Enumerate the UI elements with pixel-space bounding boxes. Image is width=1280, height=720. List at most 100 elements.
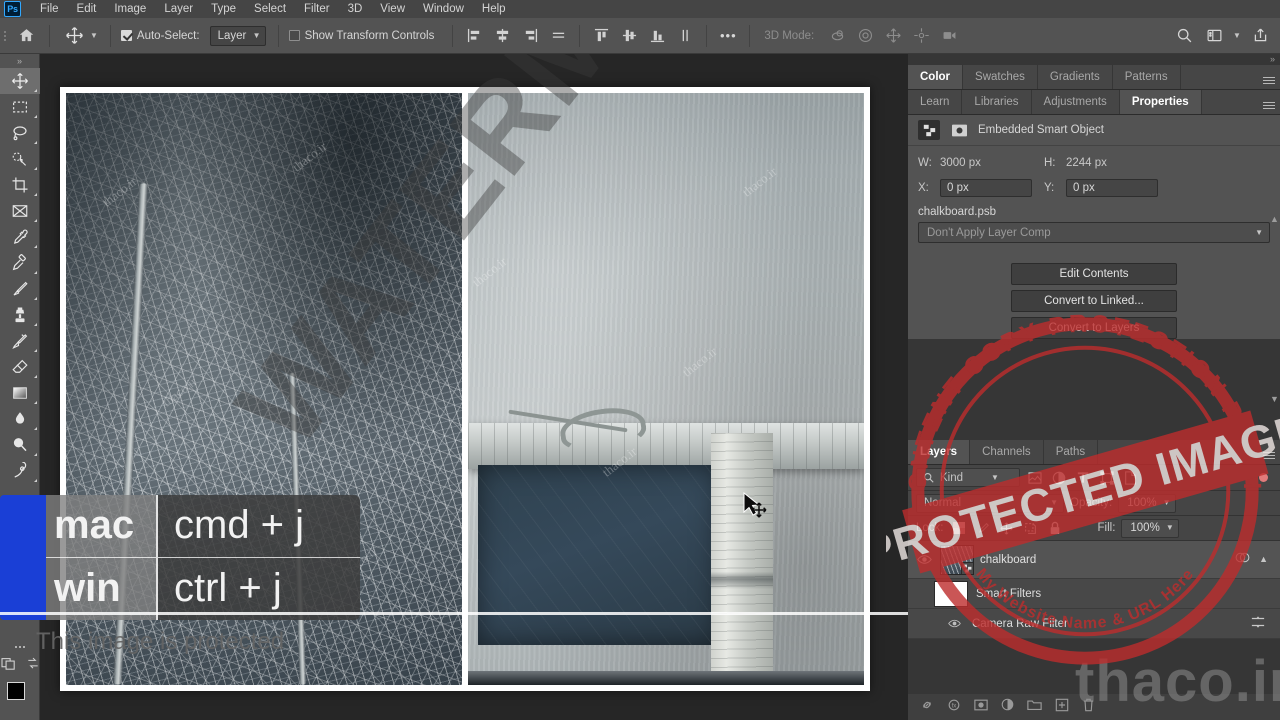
pixel-layer-filter-icon[interactable] — [1026, 469, 1044, 487]
layer-row-chalkboard[interactable]: chalkboard ▲ — [908, 541, 1280, 579]
smart-filter-indicator-icon[interactable] — [1234, 551, 1251, 569]
align-left-edges-icon[interactable] — [461, 23, 487, 49]
menu-file[interactable]: File — [31, 0, 68, 18]
eyedropper-tool[interactable] — [0, 224, 40, 250]
orbit-3d-icon[interactable] — [824, 23, 850, 49]
panel-menu-icon[interactable] — [1258, 440, 1280, 464]
spot-healing-brush-tool[interactable] — [0, 250, 40, 276]
blur-tool[interactable] — [0, 406, 40, 432]
frame-tool[interactable] — [0, 198, 40, 224]
share-icon[interactable] — [1246, 22, 1274, 50]
object-selection-tool[interactable] — [0, 146, 40, 172]
camera-3d-icon[interactable] — [936, 23, 962, 49]
eraser-tool[interactable] — [0, 354, 40, 380]
tab-layers[interactable]: Layers — [908, 440, 971, 464]
distribute-vertical-icon[interactable] — [672, 23, 698, 49]
options-bar-grip[interactable] — [0, 18, 9, 54]
menu-window[interactable]: Window — [414, 0, 473, 18]
layer-row-camera-raw-filter[interactable]: Camera Raw Filter — [908, 609, 1280, 639]
search-icon[interactable] — [1170, 22, 1198, 50]
more-options-button[interactable]: ••• — [713, 23, 743, 49]
lock-all-icon[interactable] — [1046, 519, 1064, 537]
edit-toolbar-button[interactable] — [0, 638, 40, 656]
move-tool[interactable] — [0, 68, 40, 94]
lock-artboard-icon[interactable] — [1022, 519, 1040, 537]
align-bottom-edges-icon[interactable] — [644, 23, 670, 49]
layer-row-smart-filters[interactable]: Smart Filters — [908, 579, 1280, 609]
properties-scrollbar[interactable]: ▲ ▼ — [1270, 214, 1279, 404]
panel-collapse-handle[interactable]: » — [908, 54, 1280, 65]
new-group-icon[interactable] — [1027, 698, 1042, 716]
tab-color[interactable]: Color — [908, 65, 964, 89]
screen-mode-icon[interactable] — [26, 657, 40, 675]
y-input[interactable]: 0 px — [1066, 179, 1158, 197]
pen-tool[interactable] — [0, 458, 40, 484]
dodge-tool[interactable] — [0, 432, 40, 458]
delete-layer-icon[interactable] — [1082, 698, 1095, 717]
brush-tool[interactable] — [0, 276, 40, 302]
shape-layer-filter-icon[interactable] — [1098, 469, 1116, 487]
filter-settings-icon[interactable] — [1250, 615, 1274, 632]
adjustment-layer-filter-icon[interactable] — [1050, 469, 1068, 487]
tab-patterns[interactable]: Patterns — [1112, 65, 1181, 89]
menu-image[interactable]: Image — [105, 0, 155, 18]
mask-icon[interactable] — [948, 120, 970, 140]
tool-preset-picker[interactable]: ▼ — [56, 24, 104, 48]
chevron-up-icon[interactable]: ▲ — [1259, 555, 1268, 564]
chevron-up-icon[interactable]: ▲ — [1270, 214, 1279, 224]
align-right-edges-icon[interactable] — [517, 23, 543, 49]
smart-object-icon[interactable] — [918, 120, 940, 140]
filter-toggle-icon[interactable] — [1259, 473, 1268, 482]
opacity-input[interactable]: 100% ▼ — [1118, 493, 1176, 513]
new-adjustment-layer-icon[interactable] — [1001, 698, 1014, 716]
tab-gradients[interactable]: Gradients — [1037, 65, 1113, 89]
type-layer-filter-icon[interactable] — [1074, 469, 1092, 487]
tab-adjustments[interactable]: Adjustments — [1031, 90, 1120, 114]
show-transform-controls-checkbox[interactable]: Show Transform Controls — [285, 30, 439, 42]
layer-comp-dropdown[interactable]: Don't Apply Layer Comp ▼ — [918, 222, 1270, 243]
color-swatches[interactable] — [0, 680, 40, 720]
distribute-horizontal-icon[interactable] — [545, 23, 571, 49]
auto-select-scope-dropdown[interactable]: Layer ▼ — [209, 25, 266, 46]
align-top-edges-icon[interactable] — [588, 23, 614, 49]
menu-help[interactable]: Help — [473, 0, 515, 18]
gradient-tool[interactable] — [0, 380, 40, 406]
toolbar-collapse-handle[interactable]: » — [0, 54, 39, 68]
auto-select-checkbox[interactable]: Auto-Select: — [117, 30, 204, 42]
new-layer-icon[interactable] — [1055, 698, 1069, 717]
lock-transparent-pixels-icon[interactable] — [950, 519, 968, 537]
layer-thumbnail[interactable] — [940, 544, 974, 575]
lock-image-pixels-icon[interactable] — [974, 519, 992, 537]
crop-tool[interactable] — [0, 172, 40, 198]
lock-position-icon[interactable] — [998, 519, 1016, 537]
tab-swatches[interactable]: Swatches — [963, 65, 1038, 89]
tab-learn[interactable]: Learn — [908, 90, 963, 114]
convert-to-linked-button[interactable]: Convert to Linked... — [1011, 290, 1177, 312]
convert-to-layers-button[interactable]: Convert to Layers — [1011, 317, 1177, 339]
layer-style-icon[interactable]: fx — [947, 698, 961, 717]
edit-contents-button[interactable]: Edit Contents — [1011, 263, 1177, 285]
menu-layer[interactable]: Layer — [155, 0, 202, 18]
chevron-down-icon[interactable]: ▼ — [1230, 22, 1244, 50]
document-canvas[interactable]: WATERMARK thaco.ir thaco.ir thaco.ir tha… — [40, 54, 908, 720]
foreground-color-swatch[interactable] — [7, 682, 25, 700]
menu-view[interactable]: View — [371, 0, 414, 18]
smart-object-filter-icon[interactable] — [1122, 469, 1140, 487]
slide-3d-icon[interactable] — [908, 23, 934, 49]
add-mask-icon[interactable] — [974, 698, 988, 716]
rectangular-marquee-tool[interactable] — [0, 94, 40, 120]
panel-menu-icon[interactable] — [1258, 65, 1280, 89]
quick-mask-icon[interactable] — [0, 657, 16, 675]
blend-mode-dropdown[interactable]: Normal ▼ — [916, 493, 1064, 513]
tab-properties[interactable]: Properties — [1119, 90, 1202, 114]
tab-paths[interactable]: Paths — [1043, 440, 1099, 464]
menu-edit[interactable]: Edit — [68, 0, 106, 18]
layer-name[interactable]: chalkboard — [980, 554, 1036, 566]
menu-filter[interactable]: Filter — [295, 0, 339, 18]
layer-visibility-icon[interactable] — [914, 554, 934, 565]
x-input[interactable]: 0 px — [940, 179, 1032, 197]
menu-3d[interactable]: 3D — [339, 0, 372, 18]
link-layers-icon[interactable] — [920, 698, 934, 717]
panel-menu-icon[interactable] — [1258, 90, 1280, 114]
menu-select[interactable]: Select — [245, 0, 295, 18]
